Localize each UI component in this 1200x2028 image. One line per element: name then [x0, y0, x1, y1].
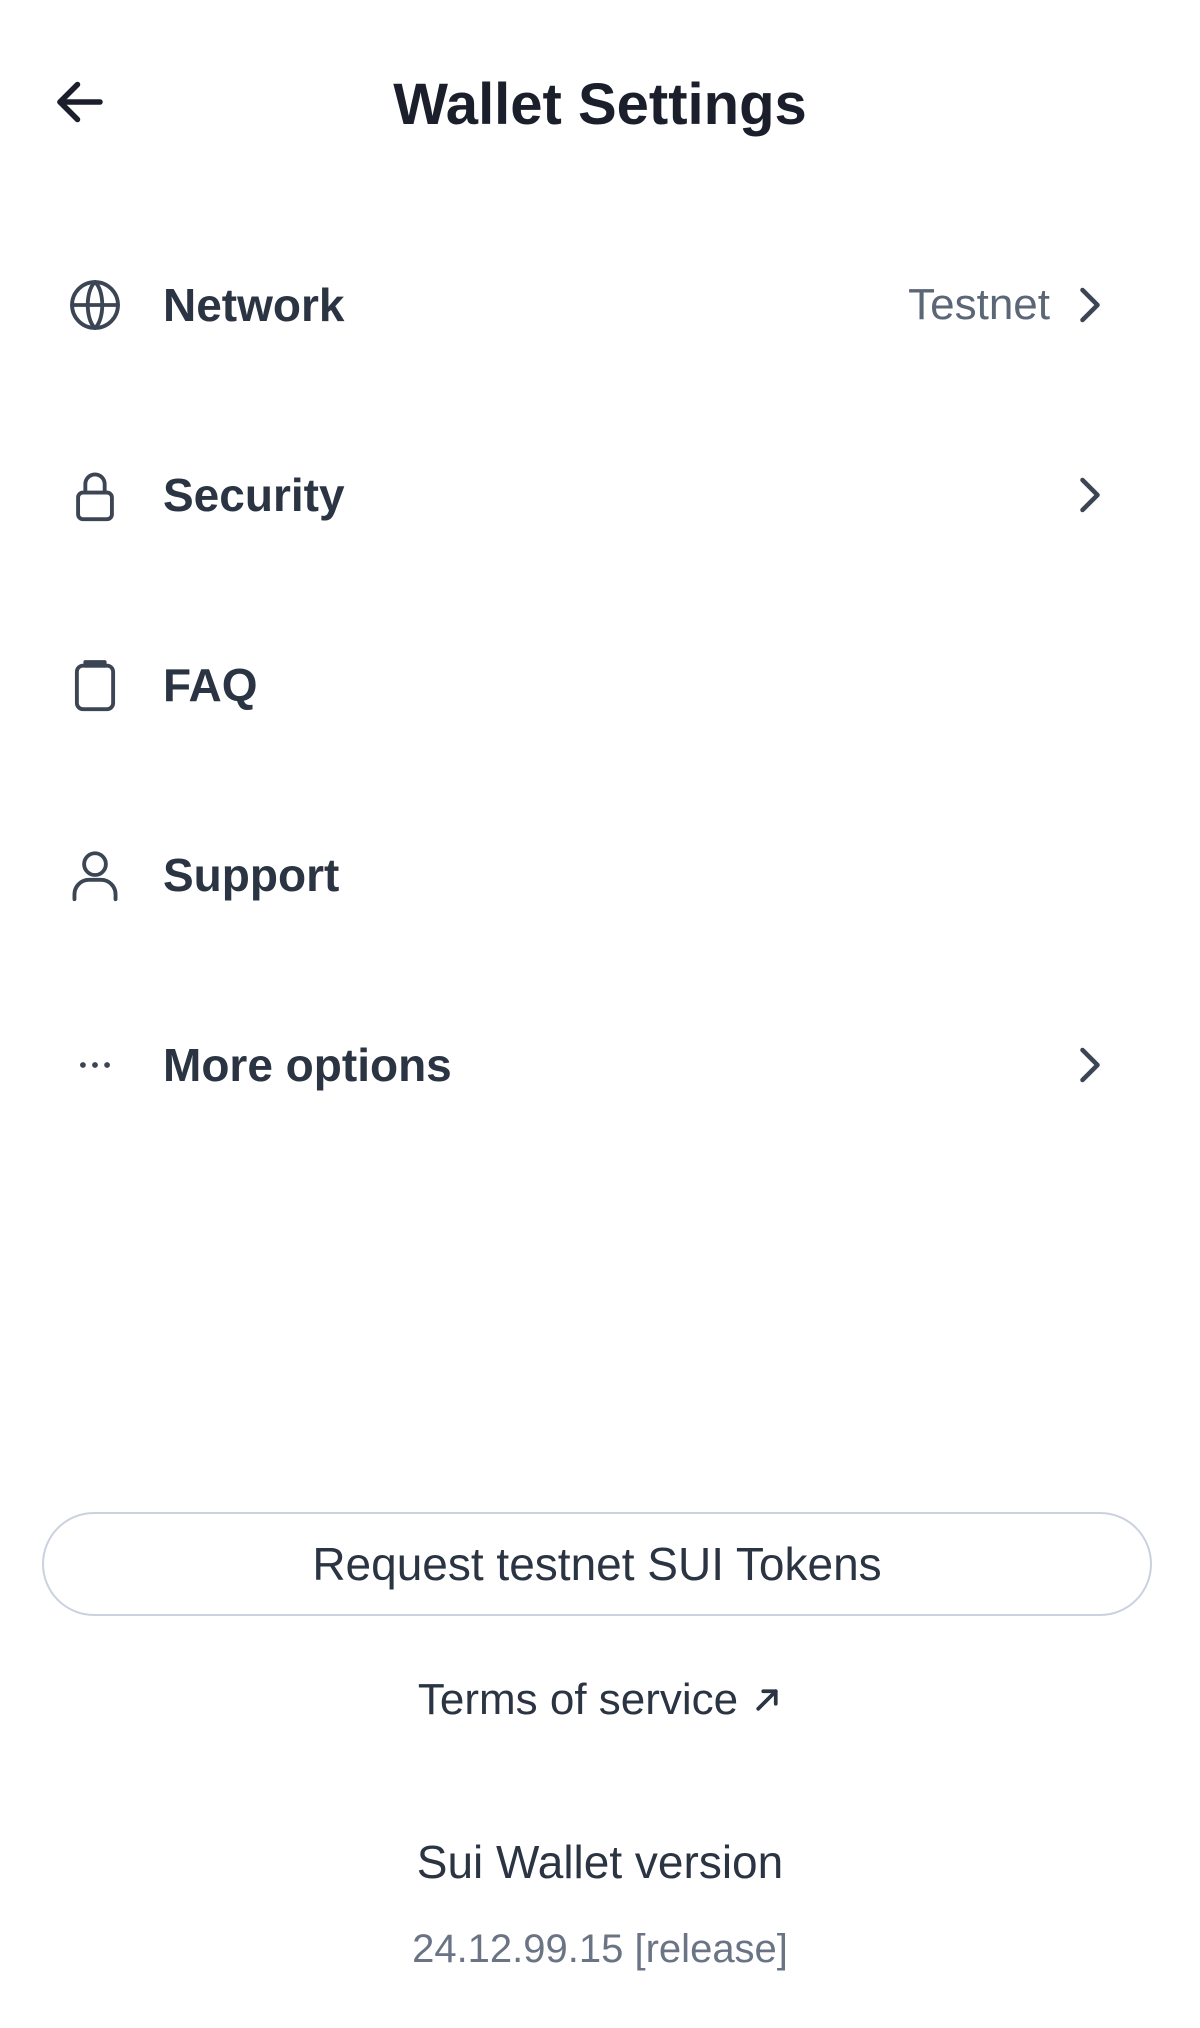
- network-value: Testnet: [908, 280, 1050, 329]
- menu-label-faq: FAQ: [163, 659, 258, 711]
- menu-item-support[interactable]: Support: [40, 810, 1160, 940]
- page-title: Wallet Settings: [393, 72, 807, 137]
- clipboard-icon: [60, 650, 130, 720]
- menu-label-network: Network: [163, 279, 345, 331]
- chevron-right-icon: [1070, 280, 1110, 330]
- menu-item-network[interactable]: Network Testnet: [40, 240, 1160, 370]
- terms-label: Terms of service: [417, 1675, 739, 1724]
- chevron-right-icon: [1070, 1040, 1110, 1090]
- menu-label-more-options: More options: [163, 1039, 452, 1091]
- chevron-right-icon: [1070, 470, 1110, 520]
- terms-of-service-link[interactable]: Terms of service: [0, 1672, 1200, 1728]
- lock-icon: [60, 460, 130, 530]
- menu-item-more-options[interactable]: More options: [40, 1000, 1160, 1130]
- menu-label-support: Support: [163, 849, 340, 901]
- menu-item-faq[interactable]: FAQ: [40, 620, 1160, 750]
- ellipsis-icon: [60, 1030, 130, 1100]
- version-title: Sui Wallet version: [416, 1836, 784, 1888]
- external-link-icon: [756, 1689, 778, 1711]
- menu-label-security: Security: [163, 469, 345, 521]
- globe-icon: [60, 270, 130, 340]
- request-testnet-tokens-button[interactable]: Request testnet SUI Tokens: [42, 1512, 1152, 1616]
- user-icon: [60, 840, 130, 910]
- header: Wallet Settings: [0, 0, 1200, 210]
- version-number: 24.12.99.15 [release]: [412, 1927, 788, 1971]
- menu-item-security[interactable]: Security: [40, 430, 1160, 560]
